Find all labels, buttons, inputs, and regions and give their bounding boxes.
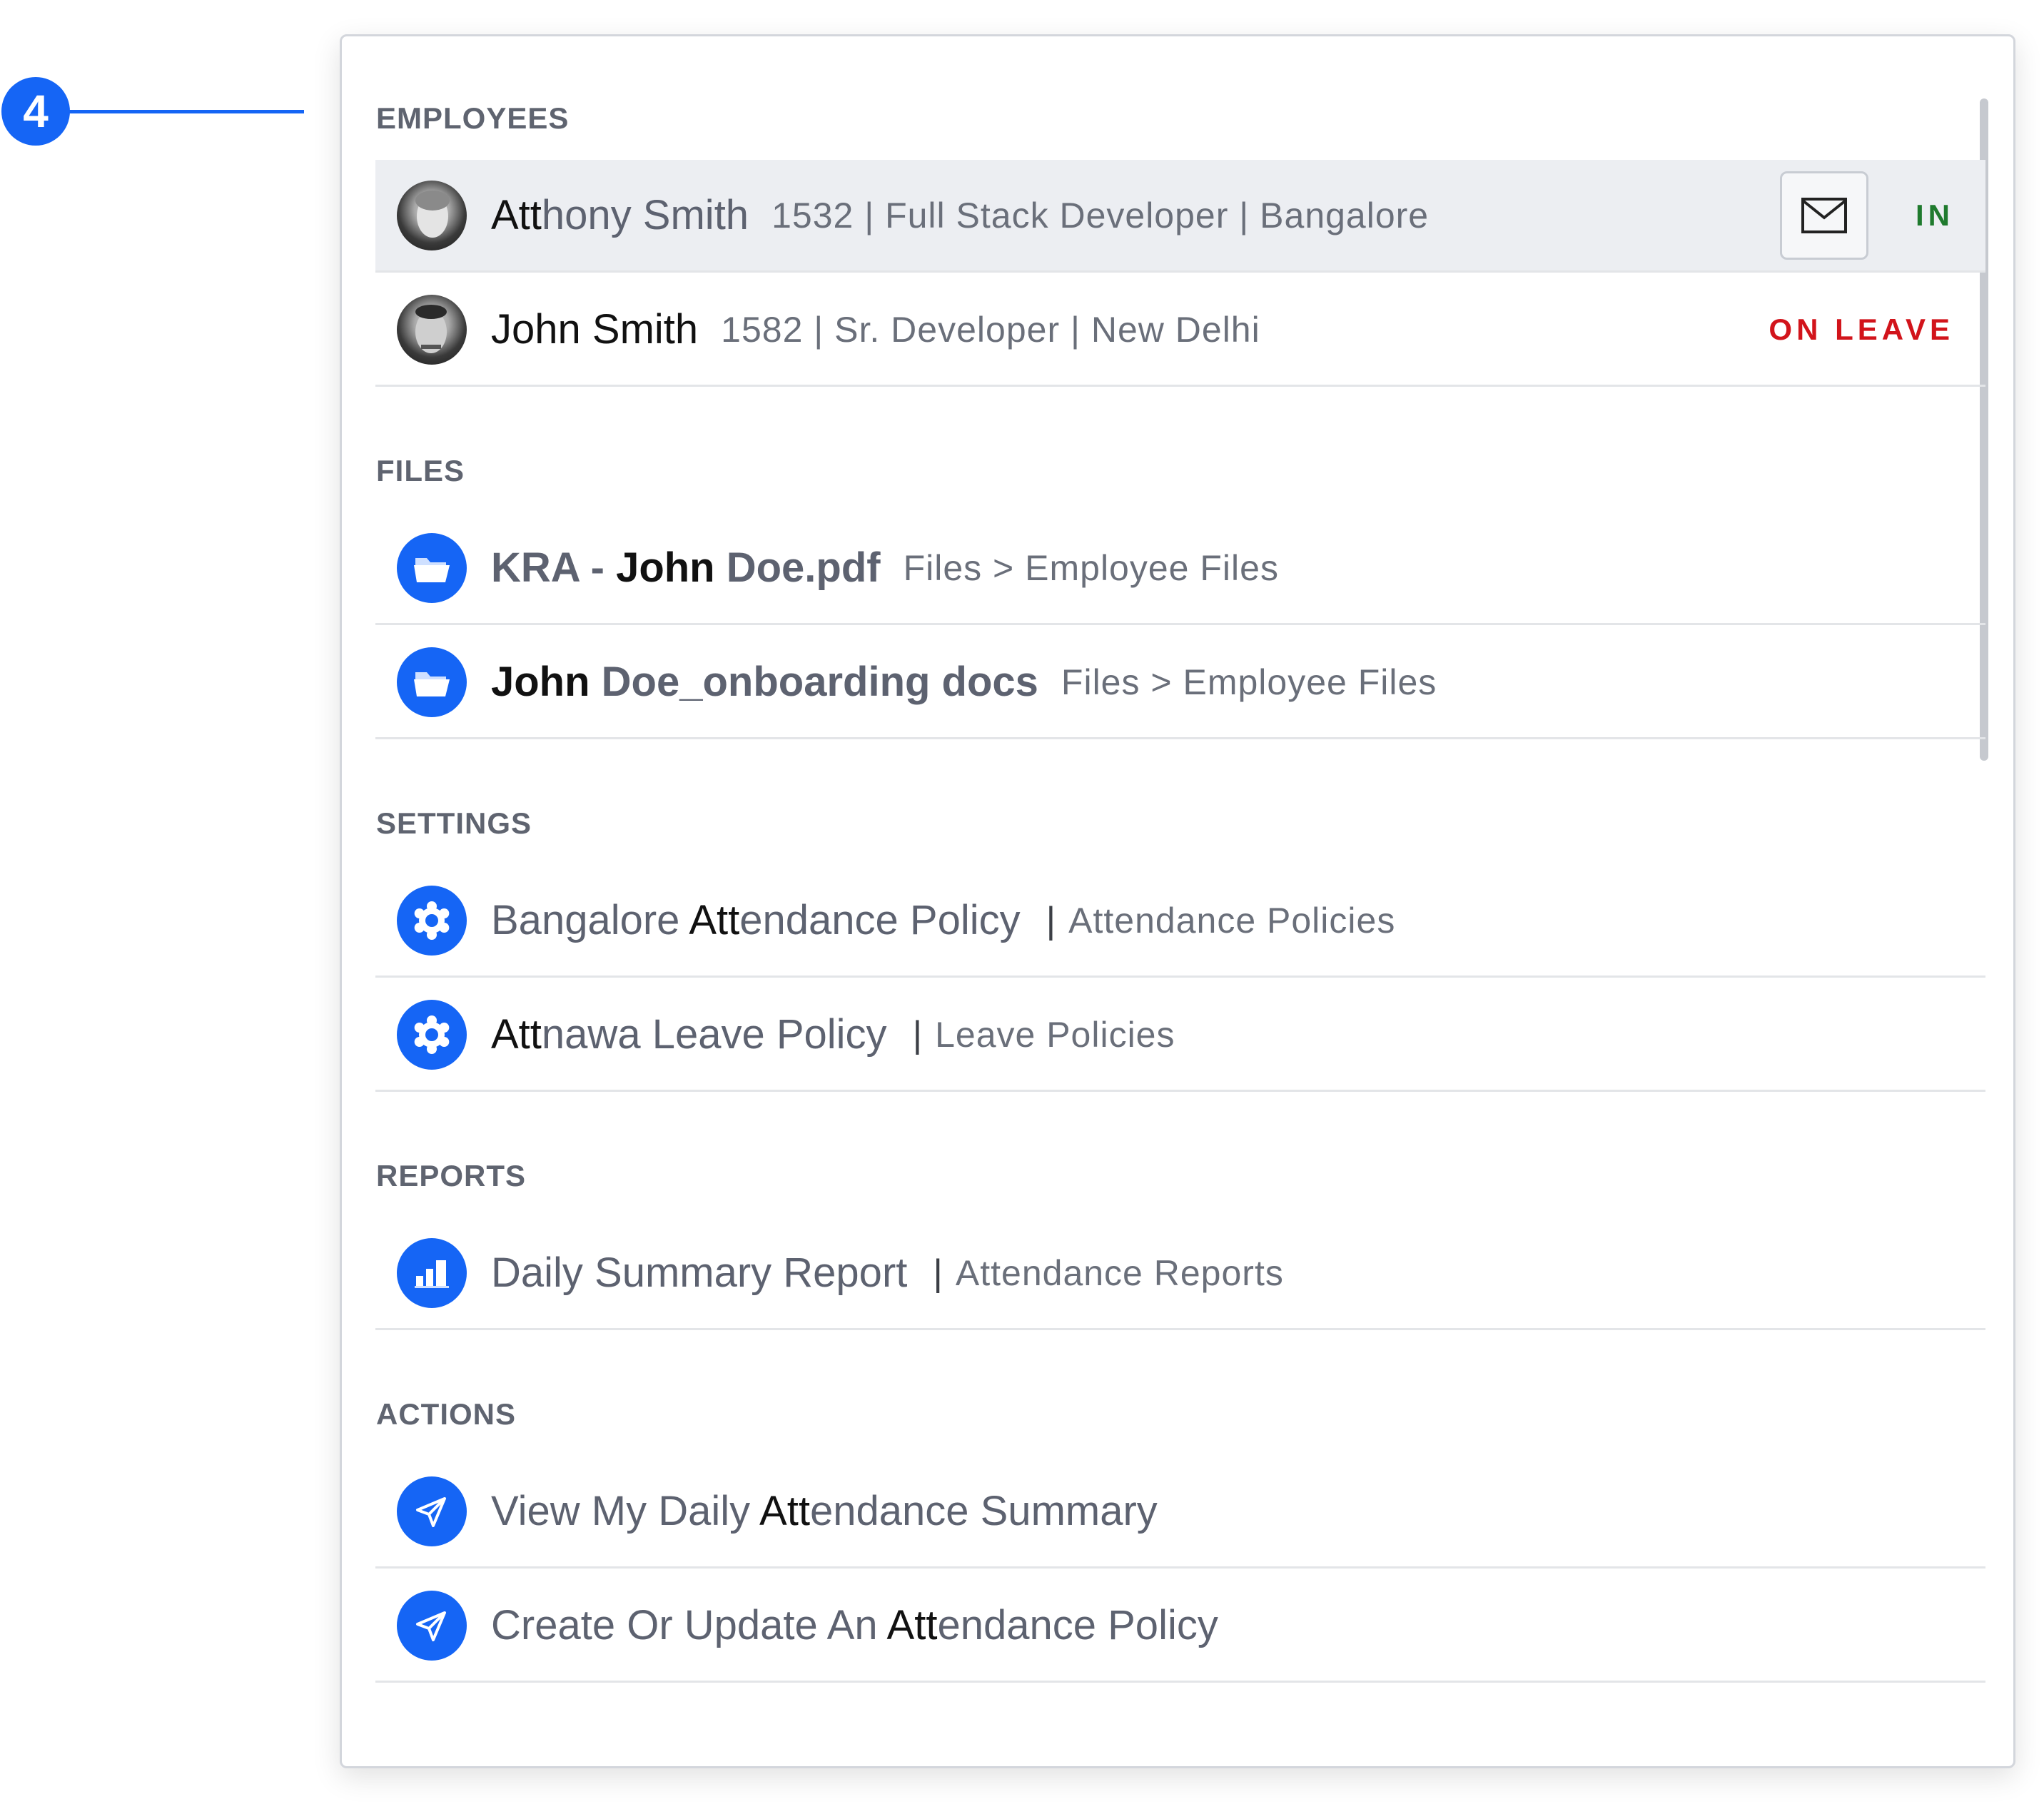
file-name: John Doe_onboarding docs: [491, 659, 1038, 705]
action-name: View My Daily Attendance Summary: [491, 1488, 1158, 1534]
mail-icon: [1801, 198, 1847, 233]
employee-result-row[interactable]: Atthony Smith 1532 | Full Stack Develope…: [375, 160, 1985, 273]
callout-line: [69, 110, 304, 113]
report-category: Attendance Reports: [955, 1252, 1284, 1293]
employee-details: 1532 | Full Stack Developer | Bangalore: [771, 195, 1430, 235]
employee-name: John Smith: [491, 306, 699, 353]
setting-category: Attendance Policies: [1068, 900, 1396, 941]
setting-name: Bangalore Attendance Policy: [491, 897, 1021, 943]
action-name: Create Or Update An Attendance Policy: [491, 1602, 1218, 1648]
step-badge: 4: [1, 77, 70, 146]
folder-icon: [397, 532, 467, 603]
setting-category: Leave Policies: [935, 1014, 1175, 1055]
section-heading-settings: SETTINGS: [376, 806, 532, 840]
avatar: [397, 294, 467, 365]
step-number: 4: [23, 86, 49, 137]
separator: |: [1046, 899, 1056, 941]
employee-result-row[interactable]: John Smith 1582 | Sr. Developer | New De…: [375, 274, 1985, 387]
separator: |: [933, 1252, 943, 1294]
section-heading-actions: ACTIONS: [376, 1397, 516, 1431]
separator: |: [912, 1013, 923, 1055]
file-result-row[interactable]: KRA - John Doe.pdf Files > Employee File…: [375, 512, 1985, 625]
setting-result-row[interactable]: Attnawa Leave Policy | Leave Policies: [375, 979, 1985, 1092]
bar-chart-icon: [397, 1237, 467, 1308]
file-path: Files > Employee Files: [1061, 662, 1437, 702]
setting-result-row[interactable]: Bangalore Attendance Policy | Attendance…: [375, 865, 1985, 978]
avatar: [397, 180, 467, 250]
action-result-row[interactable]: Create Or Update An Attendance Policy: [375, 1570, 1985, 1683]
section-heading-employees: EMPLOYEES: [376, 101, 570, 135]
status-badge: ON LEAVE: [1769, 312, 1954, 346]
setting-name: Attnawa Leave Policy: [491, 1011, 887, 1058]
file-path: Files > Employee Files: [903, 547, 1279, 588]
gear-icon: [397, 885, 467, 956]
employee-name: Atthony Smith: [491, 192, 749, 238]
section-heading-reports: REPORTS: [376, 1159, 527, 1192]
file-result-row[interactable]: John Doe_onboarding docs Files > Employe…: [375, 627, 1985, 739]
status-badge: IN: [1916, 198, 1954, 232]
file-name: KRA - John Doe.pdf: [491, 544, 881, 591]
send-icon: [397, 1476, 467, 1546]
action-result-row[interactable]: View My Daily Attendance Summary: [375, 1456, 1985, 1569]
folder-icon: [397, 647, 467, 717]
report-name: Daily Summary Report: [491, 1250, 908, 1296]
send-icon: [397, 1590, 467, 1661]
gear-icon: [397, 999, 467, 1070]
report-result-row[interactable]: Daily Summary Report | Attendance Report…: [375, 1217, 1985, 1330]
employee-details: 1582 | Sr. Developer | New Delhi: [721, 309, 1260, 350]
section-heading-files: FILES: [376, 454, 465, 487]
send-email-button[interactable]: [1780, 171, 1868, 260]
